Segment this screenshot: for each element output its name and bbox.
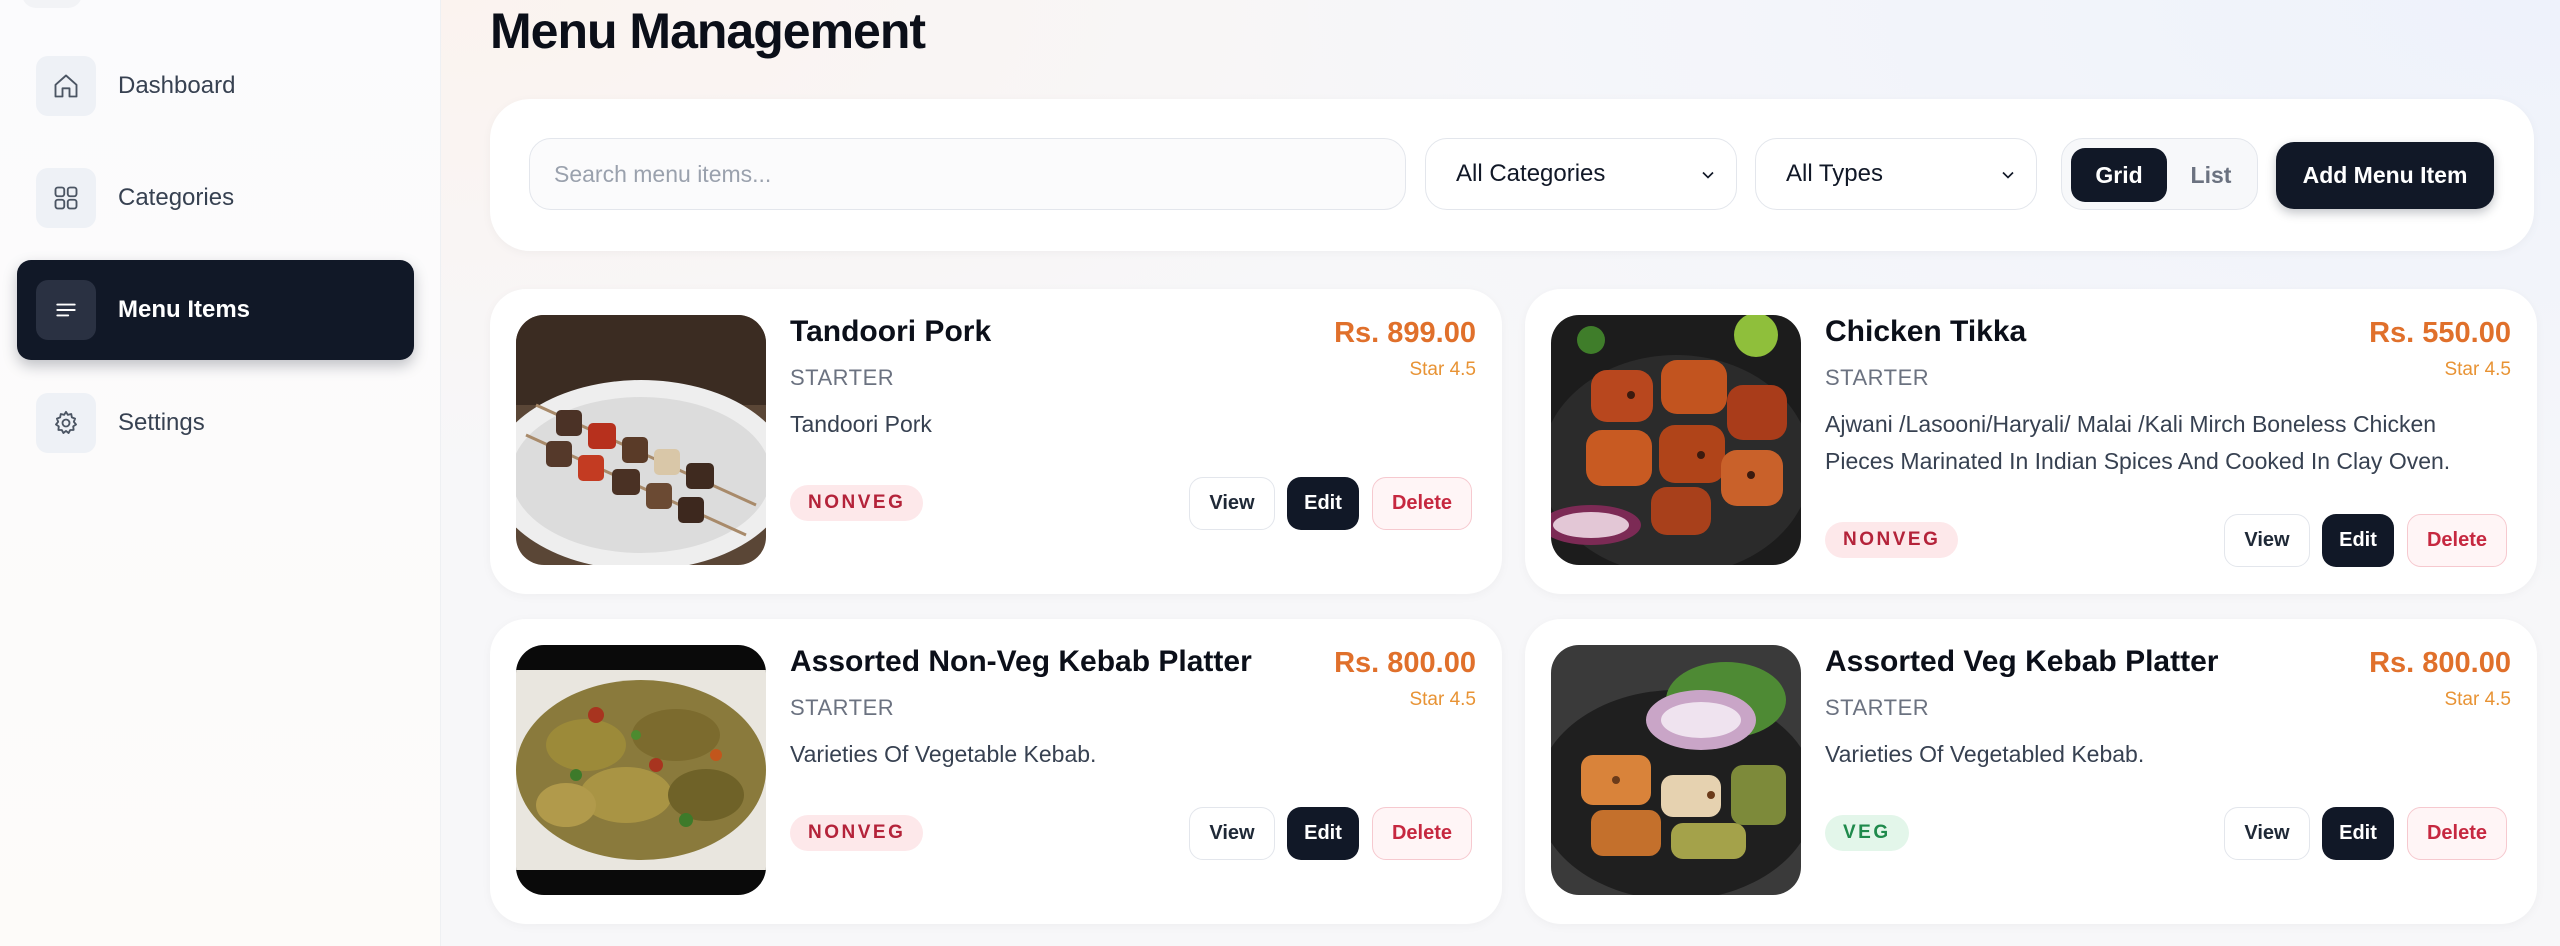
sidebar-item-settings[interactable]: Settings: [17, 373, 414, 473]
item-name: Chicken Tikka: [1825, 315, 2027, 348]
sidebar-item-label: Dashboard: [118, 72, 236, 99]
sidebar-item-label: Settings: [118, 409, 205, 436]
type-badge: VEG: [1825, 815, 1909, 851]
item-price: Rs. 800.00: [2369, 647, 2511, 679]
sidebar-item-label: Menu Items: [118, 296, 251, 323]
menu-item-card: Chicken Tikka STARTER Rs. 550.00 Star 4.…: [1525, 289, 2537, 594]
food-image: [1551, 645, 1801, 895]
menu-item-card: Assorted Veg Kebab Platter STARTER Rs. 8…: [1525, 619, 2537, 924]
list-view-button[interactable]: List: [2173, 148, 2249, 202]
item-name: Assorted Non-Veg Kebab Platter: [790, 645, 1252, 678]
type-badge: NONVEG: [790, 815, 924, 851]
item-rating: Star 4.5: [1409, 689, 1476, 710]
sidebar-item-dashboard[interactable]: Dashboard: [17, 36, 414, 136]
type-badge: NONVEG: [1825, 522, 1959, 558]
delete-button[interactable]: Delete: [1372, 807, 1472, 860]
grid-icon: [36, 168, 96, 228]
edit-button[interactable]: Edit: [2322, 807, 2394, 860]
item-description: Ajwani /Lasooni/Haryali/ Malai /Kali Mir…: [1825, 411, 2451, 474]
item-rating: Star 4.5: [2444, 359, 2511, 380]
view-button[interactable]: View: [2224, 514, 2310, 567]
item-rating: Star 4.5: [2444, 689, 2511, 710]
category-select-value: All Categories: [1456, 160, 1606, 187]
edit-button[interactable]: Edit: [1287, 807, 1359, 860]
view-button[interactable]: View: [1189, 807, 1275, 860]
food-image: [1551, 315, 1801, 565]
item-rating: Star 4.5: [1409, 359, 1476, 380]
item-name: Tandoori Pork: [790, 315, 992, 348]
sidebar-logo: [22, 0, 82, 8]
item-category: STARTER: [1825, 695, 1930, 720]
item-description: Varieties Of Vegetabled Kebab.: [1825, 741, 2145, 767]
main-content: Menu Management All Categories All Types…: [441, 0, 2560, 946]
view-toggle: Grid List: [2061, 138, 2258, 210]
item-price: Rs. 550.00: [2369, 317, 2511, 349]
item-price: Rs. 800.00: [1334, 647, 1476, 679]
item-category: STARTER: [1825, 365, 1930, 390]
sidebar-item-menu-items[interactable]: Menu Items: [17, 260, 414, 360]
category-select[interactable]: All Categories: [1425, 138, 1737, 210]
sidebar: Dashboard Categories Menu Items Settings: [0, 0, 441, 946]
sidebar-item-label: Categories: [118, 184, 235, 211]
type-select[interactable]: All Types: [1755, 138, 2037, 210]
chevron-down-icon: [1702, 171, 1714, 179]
food-image: [516, 645, 766, 895]
food-image: [516, 315, 766, 565]
home-icon: [36, 56, 96, 116]
menu-item-card: Assorted Non-Veg Kebab Platter STARTER R…: [490, 619, 1502, 924]
view-button[interactable]: View: [2224, 807, 2310, 860]
item-description: Varieties Of Vegetable Kebab.: [790, 741, 1097, 767]
item-name: Assorted Veg Kebab Platter: [1825, 645, 2219, 678]
delete-button[interactable]: Delete: [2407, 807, 2507, 860]
edit-button[interactable]: Edit: [1287, 477, 1359, 530]
sidebar-item-categories[interactable]: Categories: [17, 148, 414, 248]
item-description: Tandoori Pork: [790, 411, 932, 437]
menu-lines-icon: [36, 280, 96, 340]
page-title: Menu Management: [490, 3, 926, 59]
edit-button[interactable]: Edit: [2322, 514, 2394, 567]
type-badge: NONVEG: [790, 485, 924, 521]
view-button[interactable]: View: [1189, 477, 1275, 530]
gear-icon: [36, 393, 96, 453]
item-category: STARTER: [790, 695, 895, 720]
menu-item-card: Tandoori Pork STARTER Rs. 899.00 Star 4.…: [490, 289, 1502, 594]
search-input[interactable]: [529, 138, 1406, 210]
item-category: STARTER: [790, 365, 895, 390]
delete-button[interactable]: Delete: [1372, 477, 1472, 530]
delete-button[interactable]: Delete: [2407, 514, 2507, 567]
toolbar: All Categories All Types Grid List Add M…: [490, 99, 2534, 251]
chevron-down-icon: [2002, 171, 2014, 179]
grid-view-button[interactable]: Grid: [2071, 148, 2167, 202]
item-price: Rs. 899.00: [1334, 317, 1476, 349]
add-menu-item-button[interactable]: Add Menu Item: [2276, 142, 2494, 209]
type-select-value: All Types: [1786, 160, 1883, 187]
